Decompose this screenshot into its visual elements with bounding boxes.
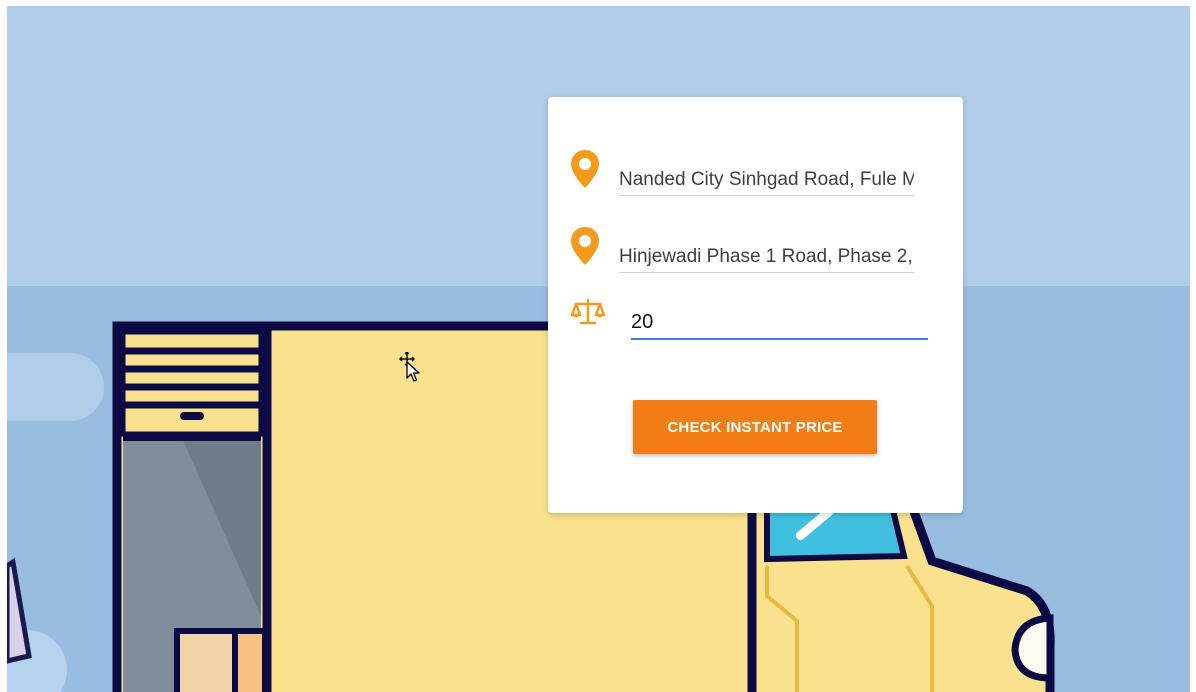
map-pin-icon	[571, 150, 599, 188]
price-check-card: CHECK INSTANT PRICE	[548, 97, 963, 513]
map-pin-icon	[571, 227, 599, 265]
weight-input[interactable]	[631, 306, 928, 340]
scale-icon	[571, 298, 605, 325]
dropoff-location-input[interactable]	[619, 242, 914, 273]
check-instant-price-button[interactable]: CHECK INSTANT PRICE	[633, 400, 877, 454]
hero-background: CHECK INSTANT PRICE	[7, 6, 1190, 692]
move-cursor-icon	[399, 352, 420, 382]
pickup-location-input[interactable]	[619, 165, 914, 196]
